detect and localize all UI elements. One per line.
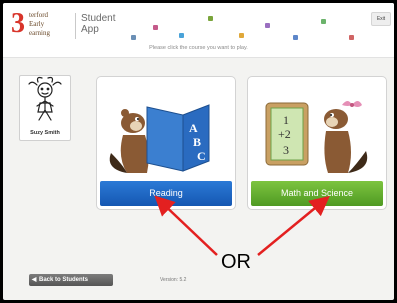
arrow-to-math — [257, 195, 330, 256]
or-label: OR — [221, 251, 251, 273]
arrow-to-reading — [154, 195, 218, 256]
annotation-arrows — [154, 195, 330, 256]
app-window: 3 terford Early earning Student App Exit… — [3, 3, 394, 300]
